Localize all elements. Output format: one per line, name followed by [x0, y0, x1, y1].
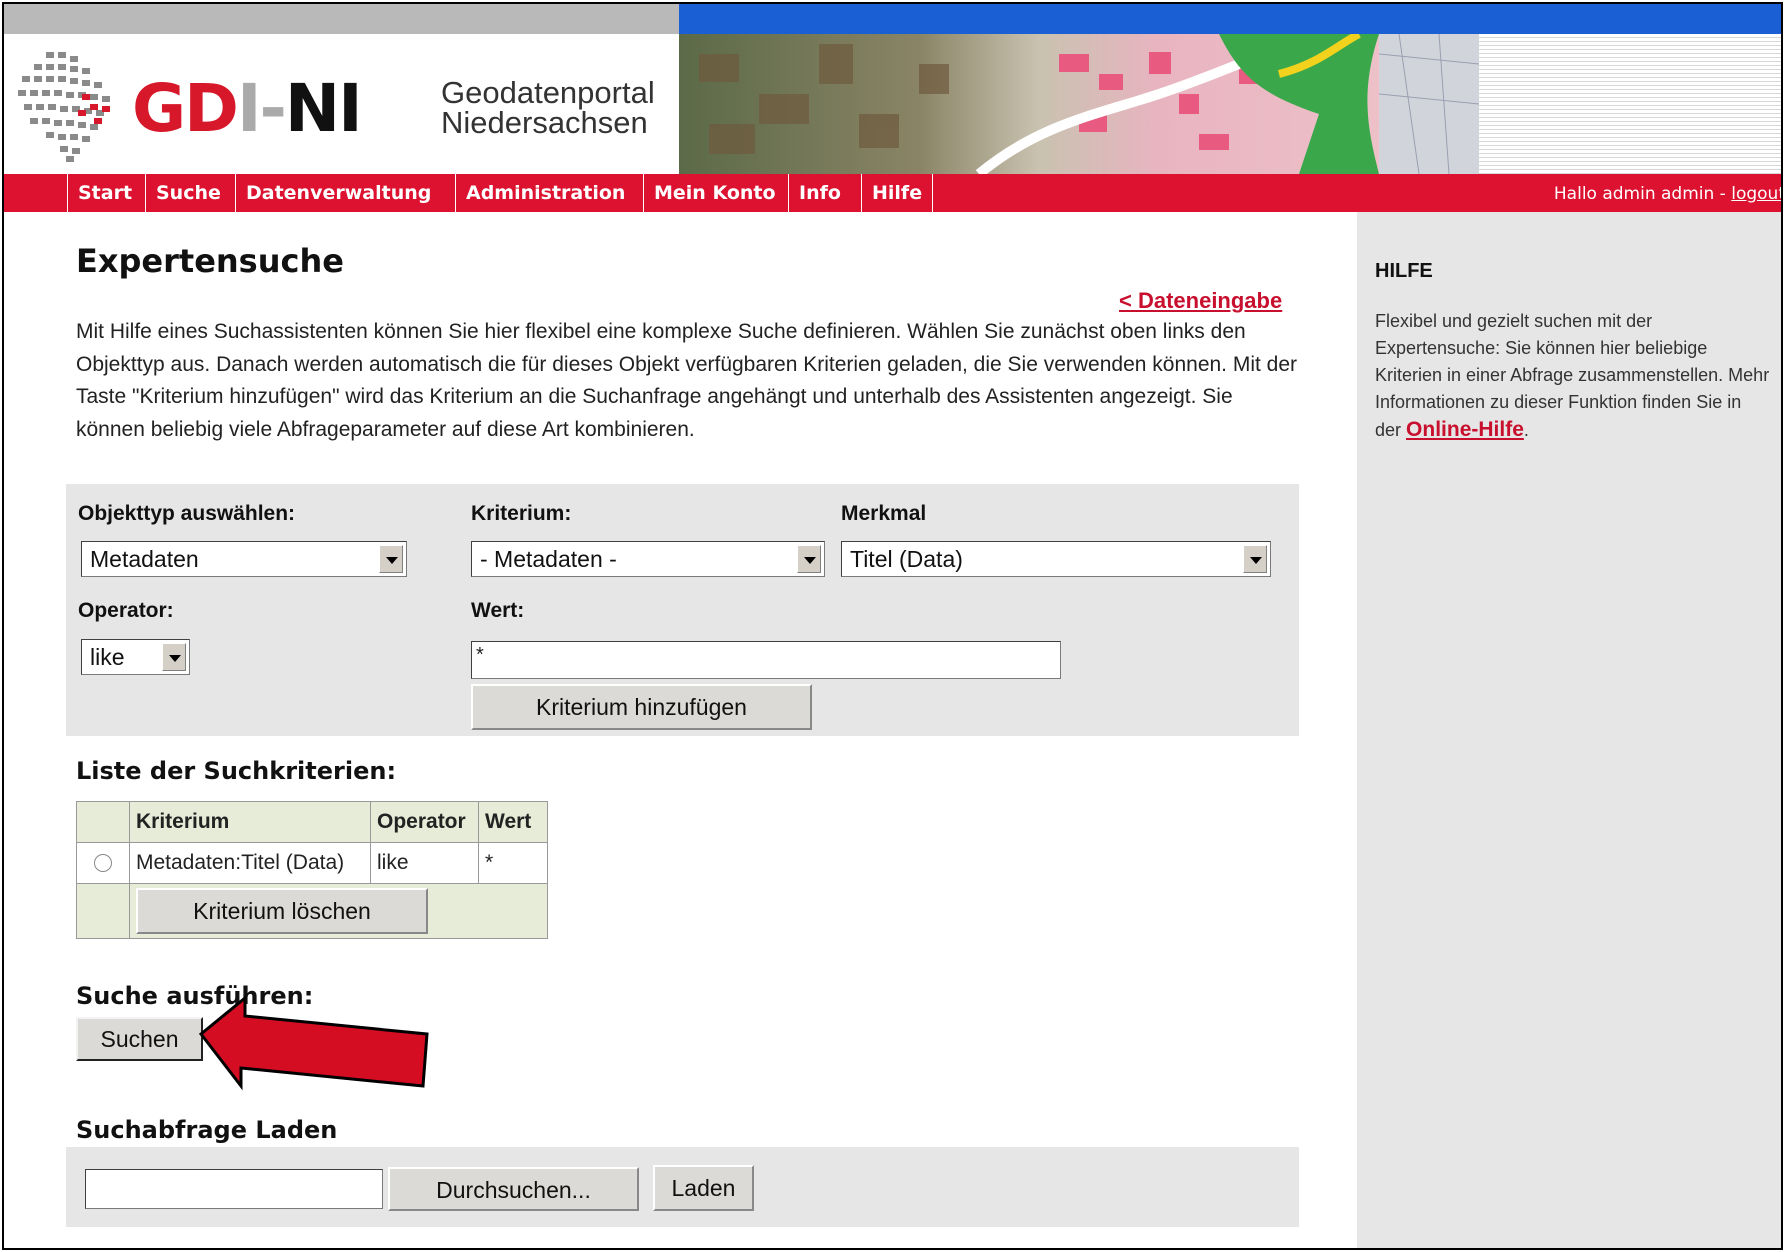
wert-label: Wert:	[471, 599, 525, 622]
nav-hilfe[interactable]: Hilfe	[861, 174, 934, 212]
criteria-table: Kriterium Operator Wert Metadaten:Titel …	[76, 801, 548, 939]
nav-administration[interactable]: Administration	[455, 174, 635, 212]
logo-dash: I-	[236, 70, 287, 147]
top-bar-blue	[679, 4, 1781, 34]
portal-name-line1: Geodatenportal	[441, 75, 655, 110]
kriterium-label: Kriterium:	[471, 502, 572, 525]
operator-select[interactable]: like	[81, 639, 190, 675]
online-hilfe-link[interactable]: Online-Hilfe	[1406, 418, 1524, 441]
main-navigation: Start Suche Datenverwaltung Administrati…	[4, 174, 1781, 212]
objekttyp-select-value: Metadaten	[90, 546, 199, 572]
operator-select-value: like	[90, 644, 125, 670]
annotation-arrow-icon	[198, 994, 429, 1091]
operator-label: Operator:	[78, 599, 174, 622]
browse-button[interactable]: Durchsuchen...	[388, 1167, 639, 1211]
merkmal-select[interactable]: Titel (Data)	[841, 541, 1271, 577]
nav-start[interactable]: Start	[67, 174, 142, 212]
header-aerial-map-image	[679, 34, 1479, 174]
footer-actions: Kriterium löschen	[129, 883, 548, 939]
logo-ni: NI	[284, 70, 363, 147]
cell-operator: like	[370, 842, 479, 884]
merkmal-select-value: Titel (Data)	[850, 546, 963, 572]
criteria-table-header: Kriterium Operator Wert	[76, 801, 548, 843]
nav-datenverwaltung[interactable]: Datenverwaltung	[235, 174, 441, 212]
row-select-cell	[76, 842, 130, 884]
gdi-ni-logo: GDI-NI	[132, 74, 363, 144]
nav-suche[interactable]: Suche	[145, 174, 231, 212]
table-row: Metadaten:Titel (Data) like *	[76, 842, 548, 884]
help-text-end: .	[1523, 420, 1529, 440]
cell-kriterium: Metadaten:Titel (Data)	[129, 842, 371, 884]
help-text: Flexibel und gezielt suchen mit der Expe…	[1375, 308, 1770, 444]
load-query-heading: Suchabfrage Laden	[76, 1116, 338, 1144]
add-criterion-button[interactable]: Kriterium hinzufügen	[471, 684, 812, 730]
wert-input[interactable]: *	[471, 641, 1061, 679]
chevron-down-icon[interactable]	[379, 545, 403, 573]
criteria-list-heading: Liste der Suchkriterien:	[76, 757, 397, 785]
chevron-down-icon[interactable]	[797, 545, 821, 573]
column-kriterium: Kriterium	[129, 801, 371, 843]
nav-mein-konto[interactable]: Mein Konto	[643, 174, 786, 212]
merkmal-label: Merkmal	[841, 502, 927, 525]
load-query-panel: Durchsuchen... Laden	[66, 1147, 1299, 1227]
nav-info[interactable]: Info	[788, 174, 851, 212]
logo-gd: GD	[132, 70, 239, 147]
search-button[interactable]: Suchen	[76, 1017, 203, 1061]
greeting-text: Hallo admin admin -	[1553, 184, 1732, 204]
help-title: HILFE	[1375, 260, 1433, 282]
column-wert: Wert	[478, 801, 548, 843]
search-assistant-panel: Objekttyp auswählen: Kriterium: Merkmal …	[66, 484, 1299, 736]
load-button[interactable]: Laden	[653, 1165, 754, 1211]
intro-text: Mit Hilfe eines Suchassistenten können S…	[76, 320, 1298, 441]
user-greeting: Hallo admin admin - logout	[1553, 174, 1781, 212]
delete-criterion-button[interactable]: Kriterium löschen	[136, 888, 428, 934]
chevron-down-icon[interactable]	[1243, 545, 1267, 573]
logout-link[interactable]: logout	[1731, 184, 1781, 204]
footer-spacer	[76, 883, 130, 939]
cell-wert: *	[478, 842, 548, 884]
back-dateneingabe-link[interactable]: < Dateneingabe	[1119, 288, 1282, 314]
logo-area[interactable]: GDI-NI Geodatenportal Niedersachsen	[4, 34, 679, 174]
file-path-input[interactable]	[85, 1169, 383, 1209]
row-radio-button[interactable]	[94, 854, 112, 872]
objekttyp-label: Objekttyp auswählen:	[78, 502, 296, 525]
header-stripes	[1479, 34, 1781, 174]
column-operator: Operator	[370, 801, 479, 843]
portal-name: Geodatenportal Niedersachsen	[441, 75, 655, 140]
portal-name-line2: Niedersachsen	[441, 105, 648, 140]
top-bar-gray	[4, 4, 679, 34]
criteria-table-footer: Kriterium löschen	[76, 883, 548, 939]
select-column-header	[76, 801, 130, 843]
browser-frame: GDI-NI Geodatenportal Niedersachsen Star…	[2, 2, 1783, 1250]
niedersachsen-mosaic-icon	[18, 52, 110, 162]
chevron-down-icon[interactable]	[162, 643, 186, 671]
help-sidebar: HILFE Flexibel und gezielt suchen mit de…	[1357, 212, 1781, 1248]
kriterium-select[interactable]: - Metadaten -	[471, 541, 825, 577]
page-title: Expertensuche	[76, 242, 344, 280]
kriterium-select-value: - Metadaten -	[480, 546, 617, 572]
objekttyp-select[interactable]: Metadaten	[81, 541, 407, 577]
